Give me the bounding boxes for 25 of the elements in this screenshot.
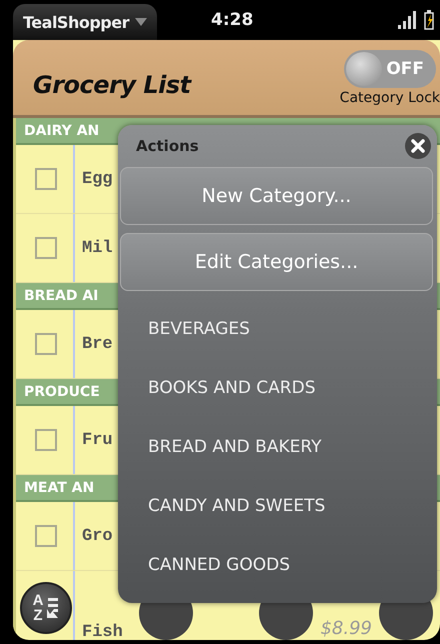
popup-menu-button[interactable]: New Category... (120, 167, 433, 225)
checkbox[interactable] (35, 168, 57, 190)
sort-button[interactable]: A Z (20, 582, 72, 634)
close-icon[interactable] (405, 133, 431, 159)
sort-arrow-icon (45, 596, 60, 620)
checkbox[interactable] (35, 237, 57, 259)
app-menu[interactable]: TealShopper (13, 4, 157, 40)
item-price: $8.99 (320, 618, 372, 640)
caret-icon (134, 18, 147, 26)
toggle-caption: Category Lock (340, 90, 440, 106)
checkbox[interactable] (35, 525, 57, 547)
clock: 4:28 (210, 10, 254, 30)
item-name[interactable]: Egg (82, 170, 113, 188)
category-option[interactable]: CANNED GOODS (148, 535, 437, 594)
item-name[interactable]: Bre (82, 334, 113, 354)
battery-icon (424, 10, 434, 30)
item-name[interactable]: Fish (82, 623, 123, 640)
item-name[interactable]: Fru (82, 430, 113, 450)
item-name[interactable]: Mil (82, 238, 113, 258)
popup-menu-button[interactable]: Edit Categories... (120, 233, 433, 291)
checkbox[interactable] (35, 333, 57, 355)
page-title: Grocery List (33, 70, 191, 98)
item-name[interactable]: Gro (82, 526, 113, 546)
category-option[interactable]: BREAD AND BAKERY (148, 417, 437, 476)
checkbox[interactable] (35, 429, 57, 451)
